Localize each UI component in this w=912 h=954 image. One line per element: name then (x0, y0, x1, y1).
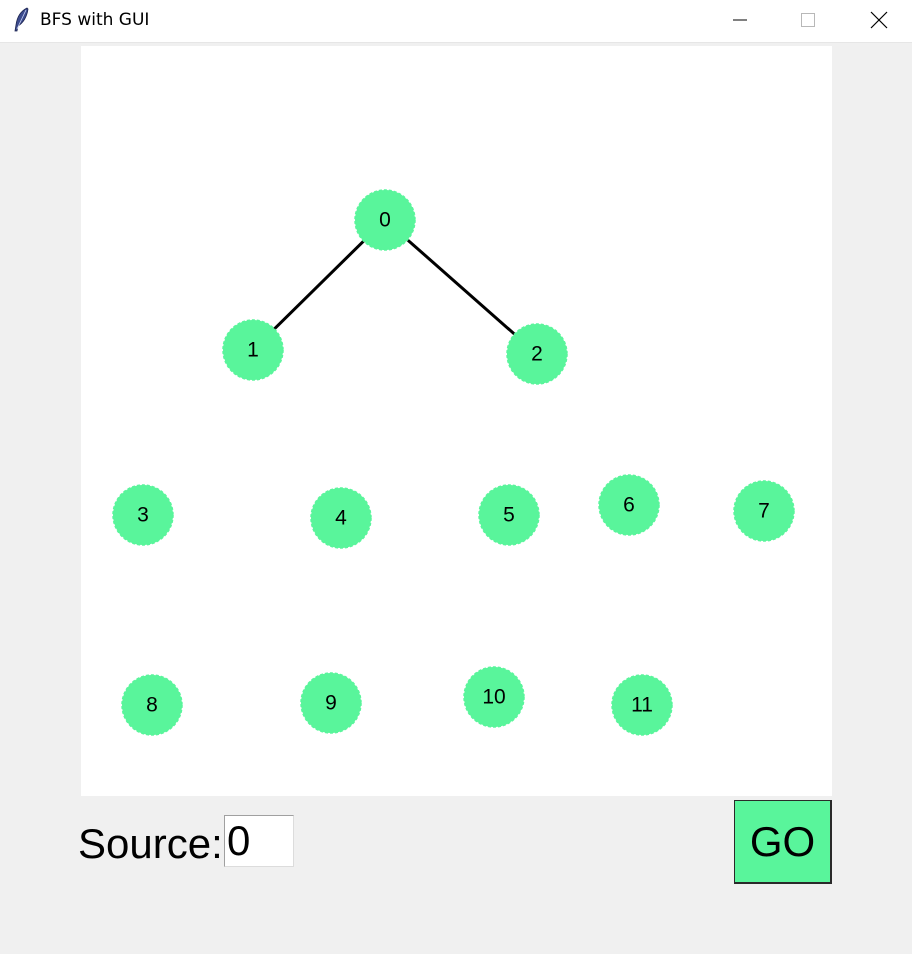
node-label: 6 (623, 494, 635, 517)
graph-node-5[interactable]: 5 (478, 484, 540, 546)
close-icon (870, 11, 888, 29)
node-label: 1 (247, 339, 259, 362)
node-label: 7 (758, 500, 770, 523)
graph-node-7[interactable]: 7 (733, 480, 795, 542)
edge-0-1 (273, 239, 365, 331)
graph-drawing: 0 1 2 3 4 5 6 7 8 9 10 11 (112, 189, 795, 736)
graph-node-11[interactable]: 11 (611, 674, 673, 736)
graph-node-4[interactable]: 4 (310, 487, 372, 549)
node-label: 8 (146, 694, 158, 717)
title-bar[interactable]: BFS with GUI (0, 0, 912, 43)
node-label: 5 (503, 504, 515, 527)
graph-node-8[interactable]: 8 (121, 674, 183, 736)
node-label: 0 (379, 209, 391, 232)
window-title: BFS with GUI (40, 10, 150, 30)
graph-node-2[interactable]: 2 (506, 323, 568, 385)
minimize-button[interactable] (706, 0, 774, 40)
node-label: 11 (631, 694, 653, 717)
graph-node-1[interactable]: 1 (222, 319, 284, 381)
source-input[interactable] (224, 815, 294, 867)
source-label: Source: (78, 820, 223, 867)
app-window: BFS with GUI 0 1 2 3 4 5 6 7 8 9 10 11 Source: GO (0, 0, 912, 954)
graph-node-10[interactable]: 10 (463, 666, 525, 728)
graph-node-3[interactable]: 3 (112, 484, 174, 546)
graph-node-6[interactable]: 6 (598, 474, 660, 536)
node-label: 3 (137, 504, 149, 527)
graph-node-9[interactable]: 9 (300, 672, 362, 734)
node-label: 2 (531, 343, 543, 366)
node-label: 10 (482, 686, 505, 709)
node-label: 4 (335, 507, 347, 530)
node-label: 9 (325, 692, 337, 715)
edge-0-2 (406, 238, 516, 336)
close-button[interactable] (845, 0, 912, 40)
feather-icon (14, 7, 29, 32)
graph-canvas[interactable]: 0 1 2 3 4 5 6 7 8 9 10 11 (81, 46, 832, 796)
go-button[interactable]: GO (734, 800, 832, 884)
maximize-icon (801, 13, 815, 27)
maximize-button[interactable] (774, 0, 842, 40)
graph-node-0[interactable]: 0 (354, 189, 416, 251)
minimize-icon (733, 19, 747, 21)
